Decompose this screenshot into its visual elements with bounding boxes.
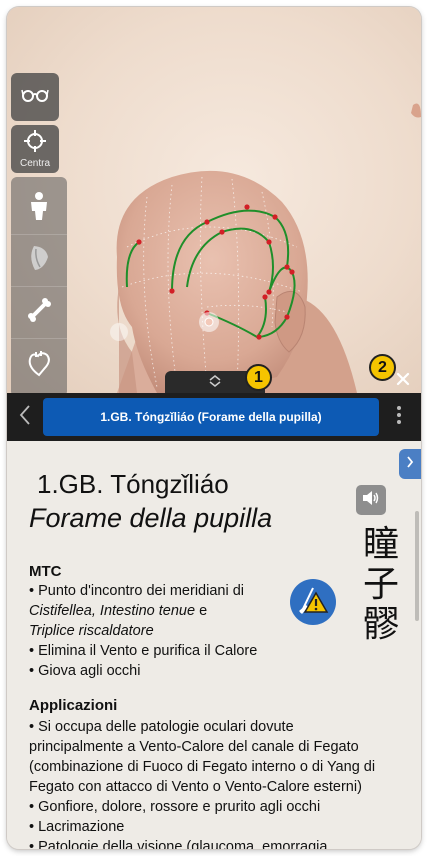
mtc-line: • Elimina il Vento e purifica il Calore [29, 643, 258, 659]
glasses-button[interactable] [11, 73, 59, 121]
close-icon [396, 372, 410, 391]
application-line: • Gonfiore, dolore, rossore e prurito ag… [29, 799, 321, 815]
3d-viewer[interactable]: Centra 1 2 [7, 7, 421, 393]
point-header-bar: 1.GB. Tóngzǐliáo (Forame della pupilla) [7, 393, 421, 441]
muscle-layer-button[interactable] [11, 235, 67, 287]
application-line: • Lacrimazione [29, 819, 125, 835]
bone-icon [26, 297, 52, 328]
chevron-up-down-icon [207, 374, 223, 392]
meridian-text: Triplice riscaldatore [29, 623, 154, 639]
muscle-icon [26, 243, 52, 278]
step-badge-1: 1 [245, 364, 272, 391]
speaker-icon [362, 490, 380, 511]
chinese-char-1: 瞳 [363, 524, 400, 565]
chinese-characters: 瞳 子 髎 [363, 525, 407, 645]
mtc-line: Cistifellea, Intestino tenue e [29, 601, 207, 621]
mtc-line: • Punto d'incontro dei meridiani di [29, 583, 244, 599]
needling-warning-button[interactable] [290, 579, 336, 625]
more-vertical-icon [397, 405, 401, 430]
mtc-line: • Giova agli occhi [29, 663, 141, 679]
point-code: 1.GB. Tóngzǐliáo [37, 469, 229, 499]
application-line: Fegato con attacco di Vento o Vento-Calo… [29, 779, 362, 795]
application-line: • Si occupa delle patologie oculari dovu… [29, 719, 294, 735]
organ-icon [26, 349, 52, 382]
applications-heading: Applicazioni [29, 697, 118, 714]
center-label: Centra [19, 157, 50, 169]
previous-point-button[interactable] [7, 393, 43, 441]
body-layer-button[interactable] [11, 183, 67, 235]
chinese-char-3: 髎 [363, 604, 400, 645]
head-model[interactable] [7, 7, 421, 393]
app-window: Centra 1 2 1.GB. Tóngzǐliáo (Forame dell… [7, 7, 421, 849]
mtc-heading: MTC [29, 563, 62, 580]
point-detail-panel[interactable]: 1.GB. Tóngzǐliáo Forame della pupilla 瞳 … [7, 441, 421, 849]
point-name: Forame della pupilla [29, 503, 273, 533]
mtc-line: Triplice riscaldatore [29, 621, 154, 641]
close-button[interactable] [391, 369, 415, 393]
application-line: • Patologie della visione (glaucoma, emo… [29, 839, 328, 849]
chinese-char-2: 子 [363, 564, 400, 605]
side-panel-tab[interactable] [399, 449, 421, 479]
point-title-button[interactable]: 1.GB. Tóngzǐliáo (Forame della pupilla) [43, 398, 379, 436]
layer-tools [11, 177, 67, 393]
organ-layer-button[interactable] [11, 339, 67, 391]
application-line: principalmente a Vento-Calore del canale… [29, 739, 359, 755]
center-button[interactable]: Centra [11, 125, 59, 173]
scrollbar[interactable] [415, 511, 419, 621]
conjunction-text: e [195, 603, 208, 619]
meridians-text: Cistifellea, Intestino tenue [29, 603, 196, 619]
bone-layer-button[interactable] [11, 287, 67, 339]
chevron-left-icon [19, 404, 31, 430]
view-toolbar: Centra [11, 73, 67, 393]
warning-icon [296, 583, 330, 622]
more-options-button[interactable] [379, 393, 419, 441]
body-icon [26, 191, 52, 226]
crosshair-icon [24, 129, 46, 157]
pronunciation-button[interactable] [356, 485, 386, 515]
chevron-right-icon [406, 455, 414, 473]
application-line: (combinazione di Fuoco di Fegato interno… [29, 759, 376, 775]
glasses-icon [21, 87, 49, 108]
